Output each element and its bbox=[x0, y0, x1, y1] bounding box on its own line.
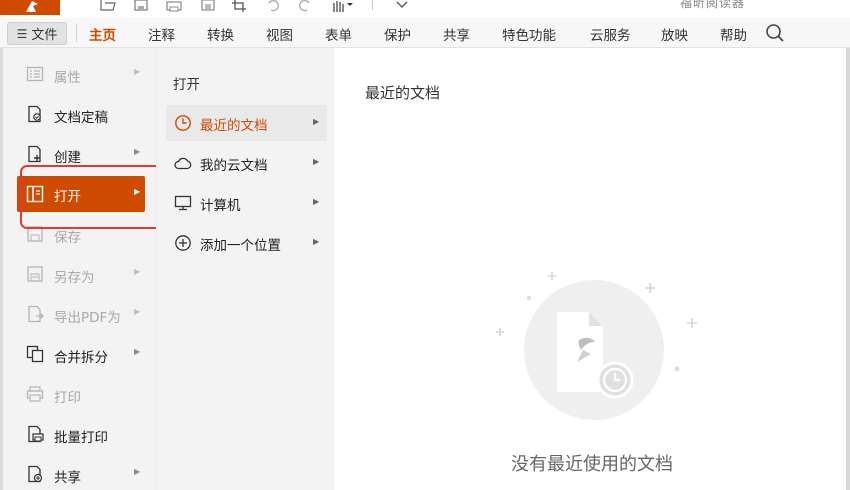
submenu-arrow-icon: ▶ bbox=[313, 117, 320, 126]
menu-item-label: 批量打印 bbox=[54, 430, 108, 446]
computer-icon bbox=[174, 194, 192, 212]
menu-item-label: 共享 bbox=[54, 470, 81, 486]
tab-comment[interactable]: 注释 bbox=[148, 24, 175, 44]
tab-convert[interactable]: 转换 bbox=[207, 24, 234, 44]
print-icon bbox=[26, 385, 44, 403]
submenu-item-label: 最近的文档 bbox=[200, 118, 268, 134]
search-icon[interactable] bbox=[765, 23, 785, 47]
menu-item-save-as[interactable]: 另存为 ▶ bbox=[0, 254, 156, 294]
submenu-arrow-icon: ▶ bbox=[313, 197, 320, 206]
submenu-item-label: 我的云文档 bbox=[200, 158, 268, 174]
file-menu: 属性 ▶ 文档定稿 创建 ▶ 保存 另存为 ▶ 导出PDF为 ▶ 合并拆分 ▶ … bbox=[0, 48, 156, 490]
submenu-item-recent-documents[interactable]: 最近的文档 ▶ bbox=[166, 105, 327, 141]
menu-item-label: 合并拆分 bbox=[54, 350, 108, 366]
submenu-item-add-location[interactable]: 添加一个位置 ▶ bbox=[166, 225, 327, 261]
menu-item-share[interactable]: 共享 ▶ bbox=[0, 454, 156, 490]
tab-separator bbox=[76, 24, 77, 42]
menu-item-label: 打印 bbox=[54, 390, 81, 406]
merge-split-icon bbox=[26, 345, 44, 363]
undo-icon[interactable] bbox=[266, 0, 280, 12]
crop-icon[interactable] bbox=[232, 0, 248, 12]
menu-item-label: 保存 bbox=[54, 230, 81, 246]
submenu-arrow-icon: ▶ bbox=[134, 147, 141, 156]
batch-print-icon bbox=[26, 425, 44, 443]
save-icon[interactable] bbox=[134, 0, 148, 12]
tab-form[interactable]: 表单 bbox=[325, 24, 352, 44]
title-bar: 福昕阅读器 bbox=[0, 0, 850, 18]
tab-cloud-services[interactable]: 云服务 bbox=[590, 24, 631, 44]
submenu-item-computer[interactable]: 计算机 ▶ bbox=[166, 185, 327, 221]
tab-slideshow[interactable]: 放映 bbox=[661, 24, 688, 44]
app-logo bbox=[0, 0, 60, 15]
menu-item-label: 导出PDF为 bbox=[54, 310, 121, 326]
app-title: 福昕阅读器 bbox=[680, 0, 746, 10]
tab-protect[interactable]: 保护 bbox=[384, 24, 411, 44]
submenu-arrow-icon: ▶ bbox=[134, 307, 141, 316]
hamburger-icon: ☰ bbox=[16, 26, 28, 41]
submenu-arrow-icon: ▶ bbox=[313, 157, 320, 166]
print-icon[interactable] bbox=[166, 0, 182, 12]
foxit-logo-icon bbox=[26, 1, 38, 12]
scrollbar-track[interactable] bbox=[846, 48, 850, 490]
finalize-document-icon bbox=[26, 105, 44, 123]
empty-state-message: 没有最近使用的文档 bbox=[511, 454, 673, 475]
menu-item-finalize-document[interactable]: 文档定稿 bbox=[0, 94, 156, 134]
tab-share[interactable]: 共享 bbox=[443, 24, 470, 44]
menu-item-merge-split[interactable]: 合并拆分 ▶ bbox=[0, 334, 156, 374]
dropdown-icon[interactable] bbox=[395, 0, 409, 12]
hand-tool-icon[interactable] bbox=[330, 0, 354, 12]
export-pdf-icon bbox=[26, 305, 44, 323]
quick-access-separator bbox=[372, 0, 373, 10]
redo-icon[interactable] bbox=[298, 0, 312, 12]
open-submenu: 打开 最近的文档 ▶ 我的云文档 ▶ 计算机 ▶ 添加一个位置 ▶ bbox=[156, 48, 334, 490]
save-as-icon bbox=[26, 265, 44, 283]
submenu-arrow-icon: ▶ bbox=[134, 467, 141, 476]
share-icon bbox=[26, 465, 44, 483]
empty-document-illustration-icon bbox=[496, 272, 697, 420]
menu-item-batch-print[interactable]: 批量打印 bbox=[0, 414, 156, 454]
submenu-item-my-cloud-documents[interactable]: 我的云文档 ▶ bbox=[166, 145, 327, 181]
menu-item-export-pdf[interactable]: 导出PDF为 ▶ bbox=[0, 294, 156, 334]
cloud-icon bbox=[174, 154, 192, 172]
highlight-annotation bbox=[20, 165, 172, 229]
submenu-title: 打开 bbox=[173, 77, 200, 93]
add-location-icon bbox=[174, 234, 192, 252]
submenu-item-label: 计算机 bbox=[200, 198, 241, 214]
submenu-arrow-icon: ▶ bbox=[134, 347, 141, 356]
file-menu-button[interactable]: ☰ 文件 bbox=[7, 22, 67, 45]
menu-item-properties[interactable]: 属性 ▶ bbox=[0, 54, 156, 94]
open-folder-icon[interactable] bbox=[100, 0, 116, 12]
submenu-arrow-icon: ▶ bbox=[313, 237, 320, 246]
recent-documents-title: 最近的文档 bbox=[365, 84, 441, 102]
submenu-arrow-icon: ▶ bbox=[134, 67, 141, 76]
file-menu-label: 文件 bbox=[31, 28, 58, 43]
menu-item-label: 创建 bbox=[54, 150, 81, 166]
create-icon bbox=[26, 145, 44, 163]
menu-item-print[interactable]: 打印 bbox=[0, 374, 156, 414]
submenu-arrow-icon: ▶ bbox=[134, 267, 141, 276]
tab-features[interactable]: 特色功能 bbox=[502, 24, 556, 44]
print-preview-icon[interactable] bbox=[200, 0, 216, 12]
clock-icon bbox=[174, 114, 192, 132]
menu-item-label: 属性 bbox=[54, 70, 81, 86]
window-left-edge bbox=[0, 48, 3, 490]
properties-icon bbox=[26, 65, 44, 83]
tab-view[interactable]: 视图 bbox=[266, 24, 293, 44]
tab-help[interactable]: 帮助 bbox=[720, 24, 747, 44]
submenu-item-label: 添加一个位置 bbox=[200, 238, 281, 254]
menu-item-label: 文档定稿 bbox=[54, 110, 108, 126]
recent-documents-panel: 最近的文档 没有最近使用的文档 bbox=[334, 48, 850, 490]
ribbon-tab-bar: ☰ 文件 主页 注释 转换 视图 表单 保护 共享 特色功能 云服务 放映 帮助 bbox=[0, 18, 850, 48]
menu-item-label: 另存为 bbox=[54, 270, 95, 286]
tab-home[interactable]: 主页 bbox=[89, 24, 116, 44]
